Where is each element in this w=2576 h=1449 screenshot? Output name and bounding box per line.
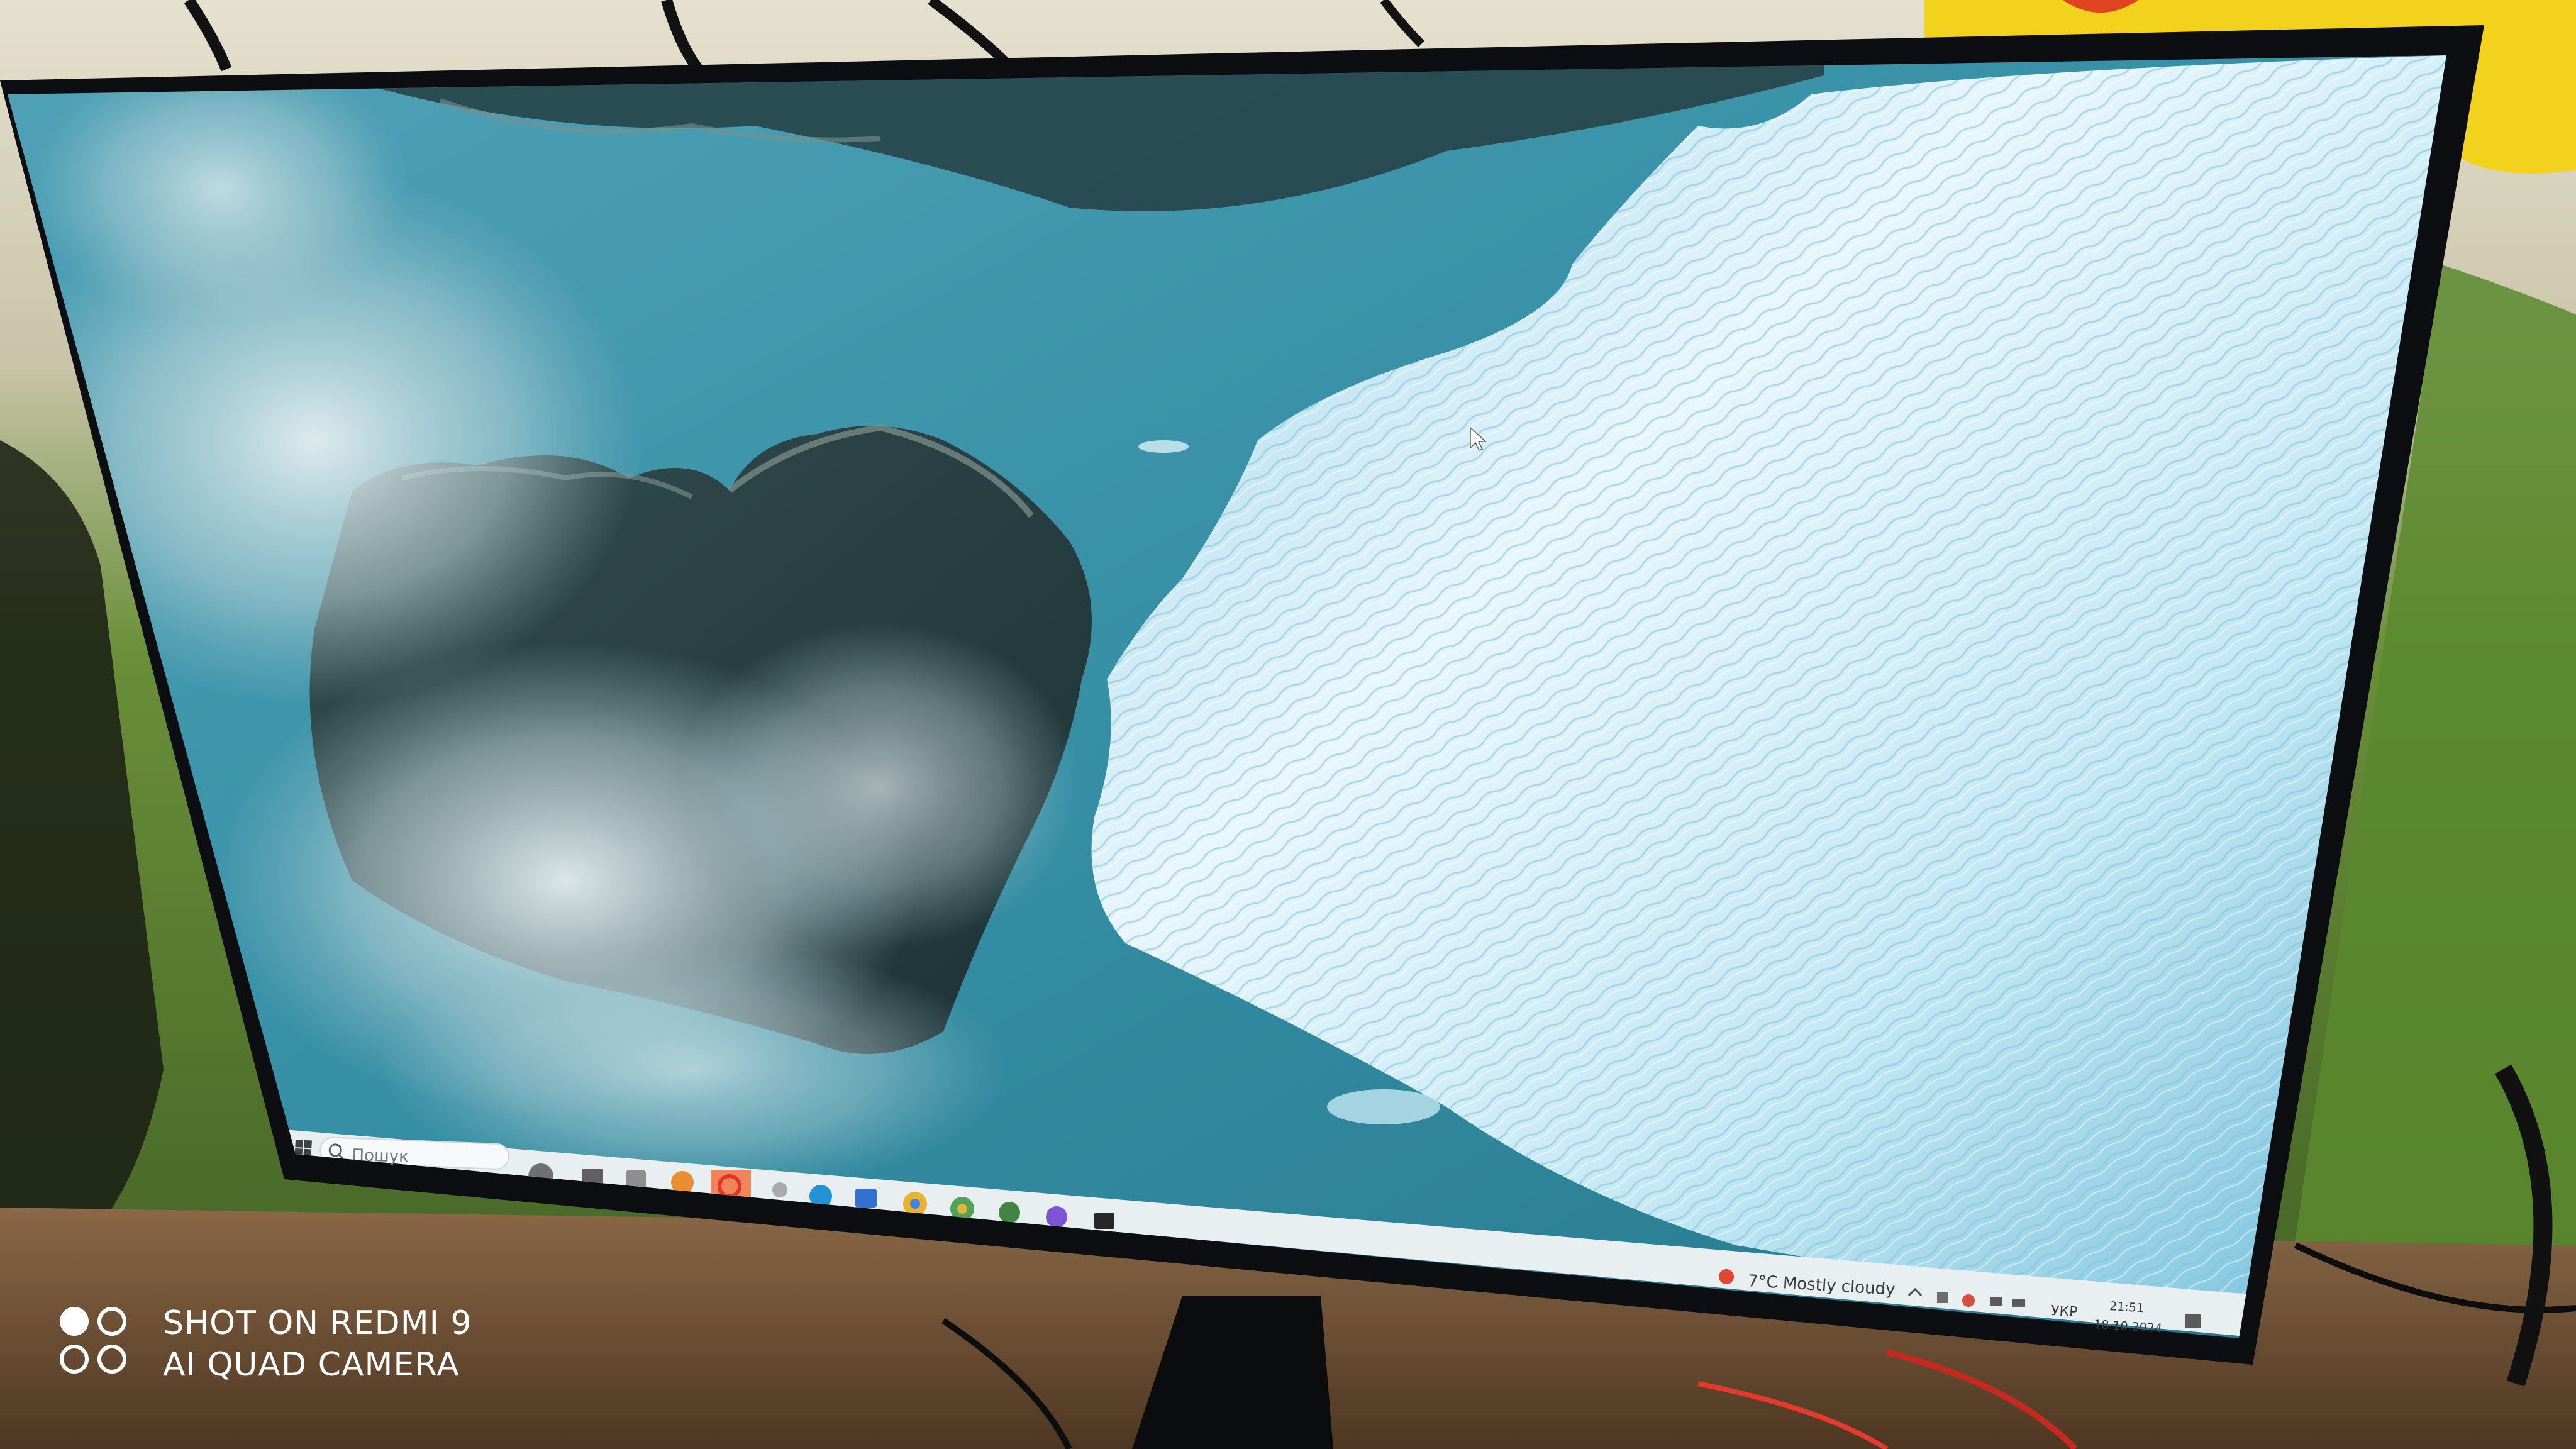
watermark-line-2: AI QUAD CAMERA [163,1346,460,1384]
clock-time[interactable]: 21:51 [2109,1299,2145,1315]
search-placeholder[interactable]: Пошук [352,1146,409,1167]
redmi-camera-logo-icon [60,1307,134,1381]
room-photo [0,0,2576,1449]
photo-scene: Пошук 7°C Mostly cloudy УКР 21:51 18.10.… [0,0,2576,1449]
camera-watermark: SHOT ON REDMI 9 AI QUAD CAMERA [60,1307,472,1381]
watermark-line-1: SHOT ON REDMI 9 [163,1304,472,1342]
language-indicator[interactable]: УКР [2050,1303,2078,1321]
